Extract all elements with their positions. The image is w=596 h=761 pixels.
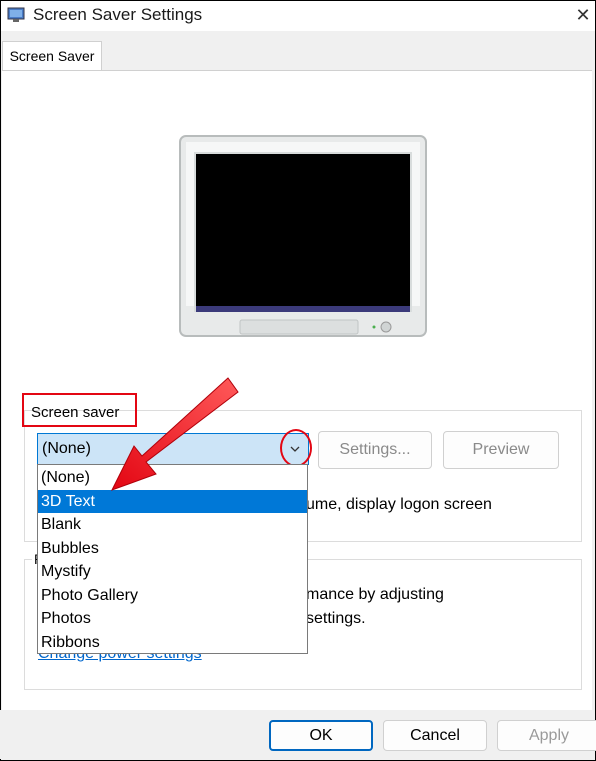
dropdown-option-mystify[interactable]: Mystify xyxy=(38,560,307,583)
power-text-line2: settings. xyxy=(306,610,366,627)
dropdown-option-blank[interactable]: Blank xyxy=(38,513,307,536)
ok-button[interactable]: OK xyxy=(269,720,373,751)
window-title: Screen Saver Settings xyxy=(33,5,203,24)
cancel-button[interactable]: Cancel xyxy=(383,720,487,751)
screen-saver-app-icon xyxy=(7,7,25,22)
dropdown-option-none[interactable]: (None) xyxy=(38,466,307,489)
dropdown-option-bubbles[interactable]: Bubbles xyxy=(38,537,307,560)
monitor-preview-image xyxy=(179,135,427,337)
annotation-highlight-circle xyxy=(280,429,312,467)
dropdown-option-photos[interactable]: Photos xyxy=(38,607,307,630)
annotation-highlight-box xyxy=(22,393,137,427)
screen-saver-dropdown-list: (None) 3D Text Blank Bubbles Mystify Pho… xyxy=(37,464,308,654)
dropdown-option-3d-text[interactable]: 3D Text xyxy=(38,490,307,513)
dropdown-option-ribbons[interactable]: Ribbons xyxy=(38,631,307,654)
screen-saver-select[interactable]: (None) xyxy=(37,433,309,465)
close-icon[interactable]: ✕ xyxy=(571,4,595,26)
apply-button[interactable]: Apply xyxy=(497,720,596,751)
dropdown-option-photo-gallery[interactable]: Photo Gallery xyxy=(38,584,307,607)
tab-screen-saver[interactable]: Screen Saver xyxy=(2,41,102,71)
preview-button[interactable]: Preview xyxy=(443,431,559,469)
title-bar: Screen Saver Settings ✕ xyxy=(1,1,595,31)
power-text-line1: mance by adjusting xyxy=(306,586,444,603)
resume-logon-checkbox-label[interactable]: ume, display logon screen xyxy=(306,496,492,514)
settings-button[interactable]: Settings... xyxy=(318,431,432,469)
